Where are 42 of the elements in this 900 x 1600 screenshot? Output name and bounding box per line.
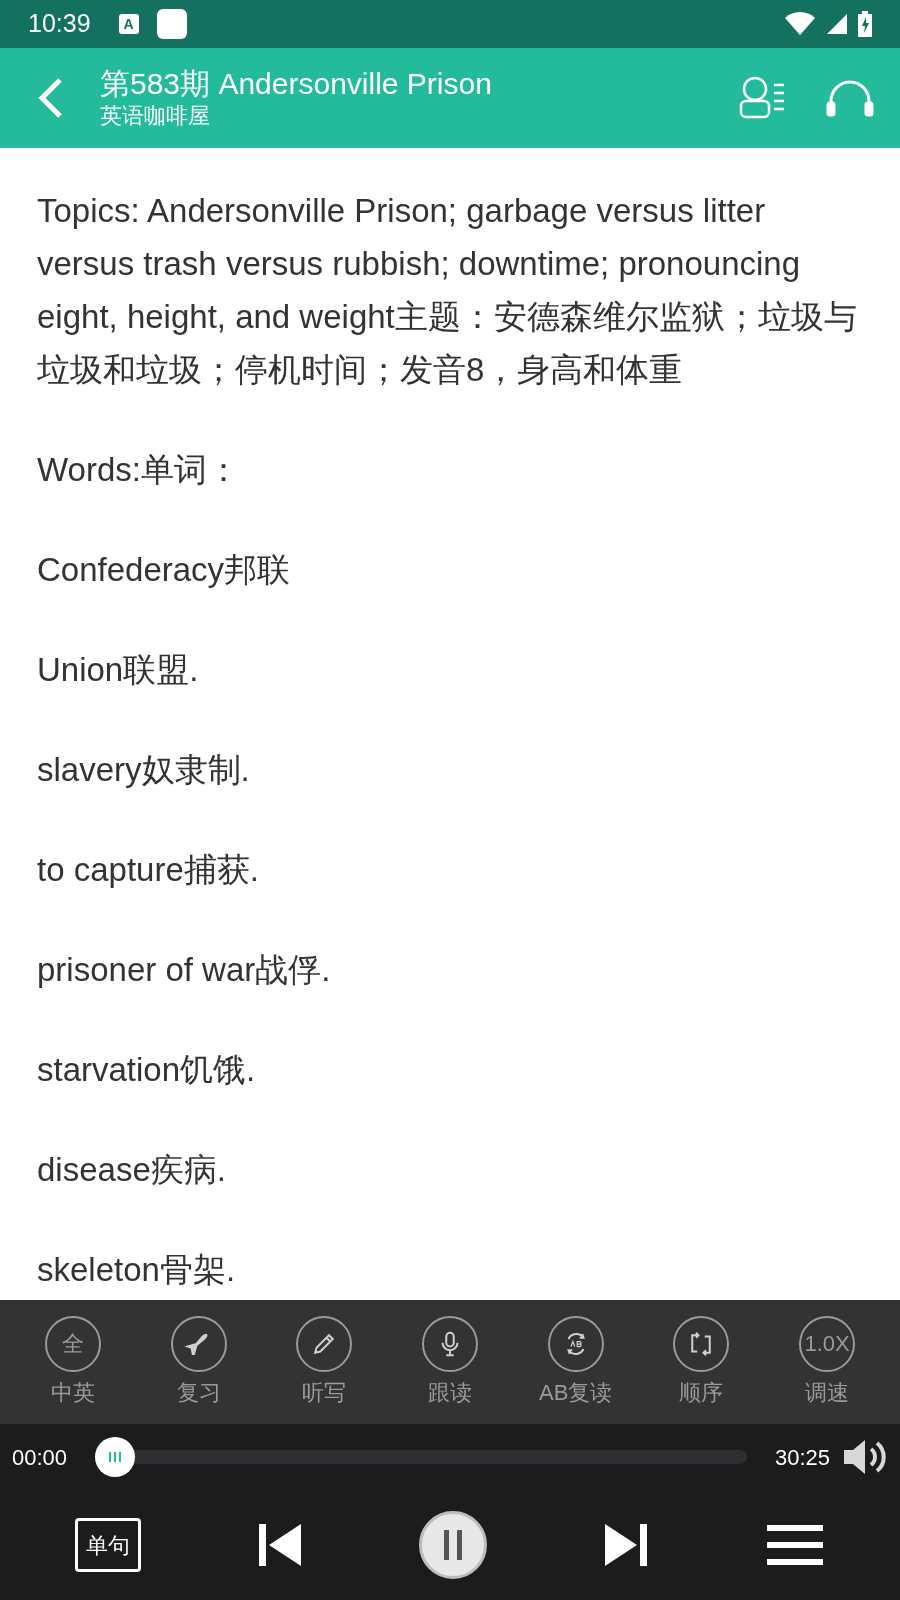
signal-icon <box>826 13 848 35</box>
article-paragraph: disease疾病. <box>37 1150 227 1190</box>
tool-button[interactable]: 听写 <box>269 1315 380 1409</box>
skip-previous-icon <box>256 1522 303 1568</box>
article-paragraph: Union联盟. <box>37 650 200 690</box>
article-paragraph: slavery奴隶制. <box>37 750 251 790</box>
clock: 10:39 <box>28 8 91 40</box>
menu-icon <box>767 1523 824 1567</box>
total-time: 30:25 <box>774 1443 830 1472</box>
article-paragraph: starvation饥饿. <box>37 1050 257 1090</box>
notification-icon <box>156 9 187 39</box>
repeat-icon <box>673 1315 730 1372</box>
progress-thumb[interactable] <box>95 1437 136 1477</box>
article-paragraph: prisoner of war战俘. <box>37 950 332 990</box>
pencil-icon <box>296 1315 353 1372</box>
notification-icon: A <box>118 14 139 34</box>
volume-icon[interactable] <box>842 1437 888 1477</box>
sentence-mode-button[interactable]: 单句 <box>74 1518 141 1572</box>
ab-repeat-icon <box>547 1315 604 1372</box>
tool-button[interactable]: 全 中英 <box>17 1315 128 1409</box>
tool-button[interactable]: 复习 <box>143 1315 254 1409</box>
skip-next-icon <box>603 1522 650 1568</box>
channel-name: 英语咖啡屋 <box>100 102 211 130</box>
microphone-icon <box>421 1315 478 1372</box>
toolbar-icon: 1.0X <box>799 1315 856 1372</box>
episode-title: 第583期 Andersonville Prison <box>100 66 492 102</box>
article-paragraph: skeleton骨架. <box>37 1250 237 1290</box>
article-paragraph: Confederacy邦联 <box>37 550 292 590</box>
article-paragraph: Words:单词： <box>37 450 241 490</box>
progress-track[interactable] <box>95 1437 747 1477</box>
wifi-icon <box>784 12 816 36</box>
person-list-icon <box>738 75 786 121</box>
tool-button[interactable]: 1.0X 调速 <box>772 1315 883 1409</box>
tool-button[interactable]: 跟读 <box>394 1315 505 1409</box>
article-paragraph: to capture捕获. <box>37 850 260 890</box>
tool-button[interactable]: AB复读 <box>520 1315 631 1409</box>
toolbar-icon: 全 <box>44 1315 101 1372</box>
tool-button[interactable]: 顺序 <box>646 1315 757 1409</box>
battery-icon <box>858 11 872 37</box>
grip-icon <box>107 1451 124 1463</box>
article-paragraph: Topics: Andersonville Prison; garbage versus litter versus trash versus rubbish; downtime; pronouncing eight, height, and weight主题：安德森维尔监狱；垃圾与垃圾和垃圾；停机时间；发音8，身高和体重 <box>37 191 858 390</box>
elapsed-time: 00:00 <box>12 1443 68 1472</box>
